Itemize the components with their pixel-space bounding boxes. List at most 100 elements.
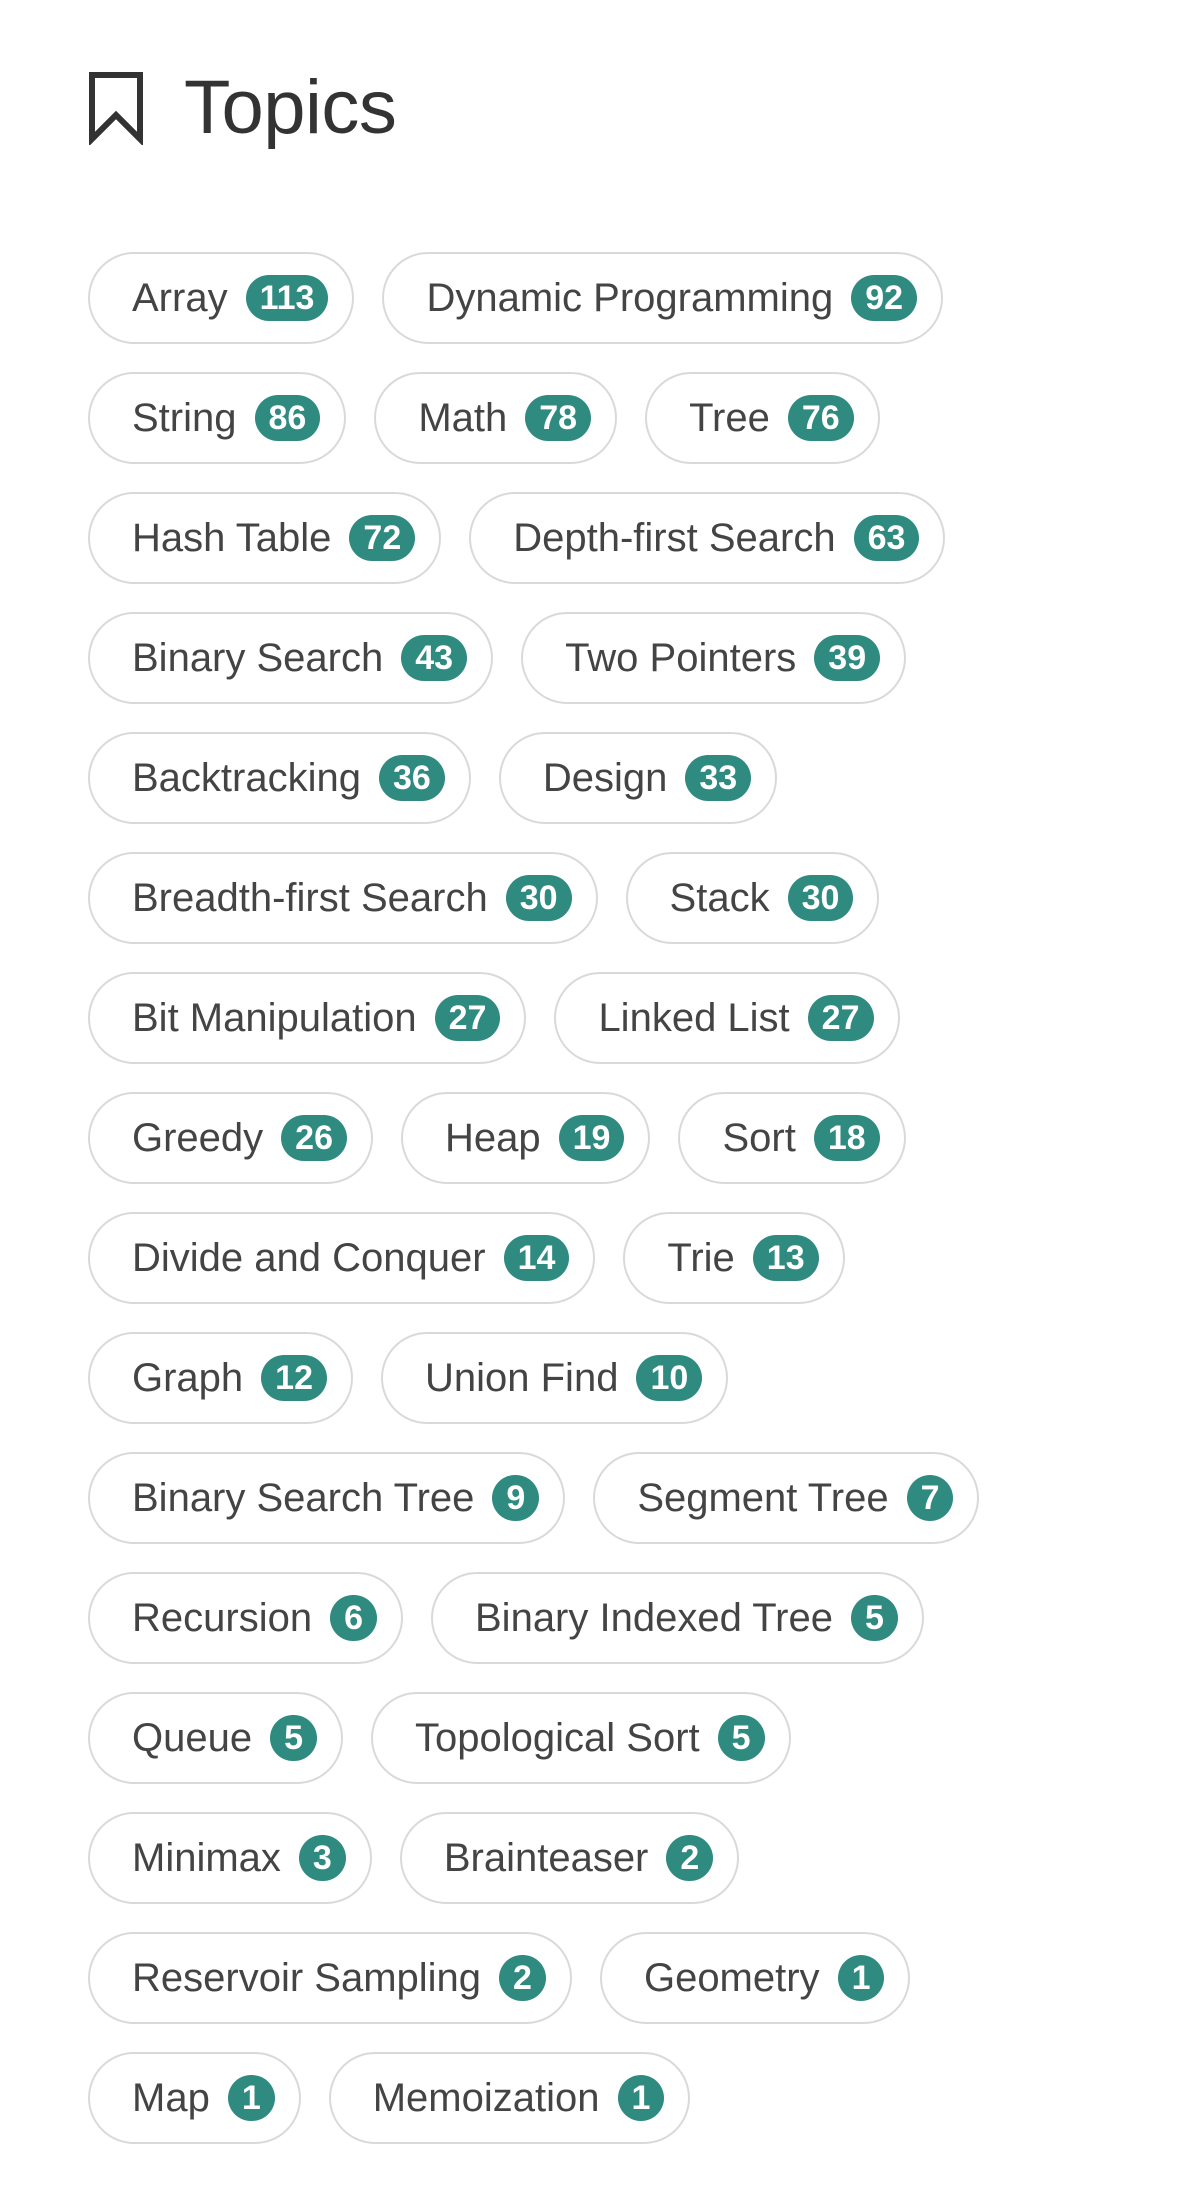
tag-row: Minimax 3 Brainteaser 2 bbox=[88, 1810, 1088, 1906]
topic-tag-label: Breadth-first Search bbox=[132, 876, 488, 920]
topic-count-badge: 6 bbox=[330, 1595, 377, 1641]
topic-count-badge: 43 bbox=[401, 635, 468, 681]
topic-tag-stack[interactable]: Stack 30 bbox=[625, 852, 880, 944]
topic-count-badge: 76 bbox=[787, 395, 854, 441]
tag-row: Reservoir Sampling 2 Geometry 1 bbox=[88, 1930, 1088, 2026]
topic-tag-label: Geometry bbox=[643, 1956, 820, 2000]
topic-tag-minimax[interactable]: Minimax 3 bbox=[88, 1812, 372, 1904]
topic-tag-label: String bbox=[132, 396, 237, 440]
topic-tag-label: Greedy bbox=[132, 1116, 264, 1160]
topics-panel: Topics Array 113 Dynamic Programming 92 … bbox=[0, 0, 1183, 2200]
topic-tag-linked-list[interactable]: Linked List 27 bbox=[554, 972, 900, 1064]
topic-tag-sort[interactable]: Sort 18 bbox=[678, 1092, 906, 1184]
topic-count-badge: 2 bbox=[666, 1835, 714, 1881]
topic-tag-label: Stack bbox=[669, 876, 770, 920]
tag-row: String 86 Math 78 Tree 76 bbox=[88, 370, 1088, 466]
topic-tag-math[interactable]: Math 78 bbox=[374, 372, 618, 464]
tag-row: Backtracking 36 Design 33 bbox=[88, 730, 1088, 826]
topic-tag-label: Heap bbox=[445, 1116, 541, 1160]
topic-count-badge: 30 bbox=[787, 875, 854, 921]
tag-row: Array 113 Dynamic Programming 92 bbox=[88, 250, 1088, 346]
topic-tag-topological-sort[interactable]: Topological Sort 5 bbox=[371, 1692, 791, 1784]
topic-count-badge: 33 bbox=[685, 755, 752, 801]
topic-tag-label: Queue bbox=[132, 1716, 253, 1760]
topic-tag-depth-first-search[interactable]: Depth-first Search 63 bbox=[469, 492, 946, 584]
topic-tag-label: Divide and Conquer bbox=[132, 1236, 486, 1280]
topic-count-badge: 86 bbox=[254, 395, 321, 441]
topic-tag-trie[interactable]: Trie 13 bbox=[623, 1212, 845, 1304]
topic-count-badge: 5 bbox=[851, 1595, 898, 1641]
topic-tag-greedy[interactable]: Greedy 26 bbox=[88, 1092, 373, 1184]
topic-tag-geometry[interactable]: Geometry 1 bbox=[599, 1932, 911, 2024]
topic-tag-label: Trie bbox=[667, 1236, 735, 1280]
topic-tag-binary-indexed-tree[interactable]: Binary Indexed Tree 5 bbox=[431, 1572, 924, 1664]
tag-row: Recursion 6 Binary Indexed Tree 5 bbox=[88, 1570, 1088, 1666]
topic-count-badge: 5 bbox=[717, 1715, 765, 1761]
topic-tag-map[interactable]: Map 1 bbox=[88, 2052, 301, 2144]
page-title: Topics bbox=[184, 65, 397, 150]
topic-tag-tree[interactable]: Tree 76 bbox=[645, 372, 880, 464]
topic-tag-list: Array 113 Dynamic Programming 92 String … bbox=[88, 250, 1088, 2170]
topic-tag-label: Two Pointers bbox=[565, 636, 797, 680]
topic-tag-two-pointers[interactable]: Two Pointers 39 bbox=[521, 612, 907, 704]
topic-tag-queue[interactable]: Queue 5 bbox=[88, 1692, 344, 1784]
topic-tag-binary-search-tree[interactable]: Binary Search Tree 9 bbox=[88, 1452, 566, 1544]
topic-tag-design[interactable]: Design 33 bbox=[498, 732, 778, 824]
topic-count-badge: 12 bbox=[261, 1355, 327, 1401]
topic-tag-label: Binary Indexed Tree bbox=[475, 1596, 833, 1640]
topic-tag-binary-search[interactable]: Binary Search 43 bbox=[88, 612, 494, 704]
topic-count-badge: 1 bbox=[837, 1955, 885, 2001]
topic-tag-divide-and-conquer[interactable]: Divide and Conquer 14 bbox=[88, 1212, 596, 1304]
tag-row: Binary Search Tree 9 Segment Tree 7 bbox=[88, 1450, 1088, 1546]
topic-tag-string[interactable]: String 86 bbox=[88, 372, 347, 464]
topic-count-badge: 72 bbox=[349, 515, 416, 561]
topic-count-badge: 18 bbox=[813, 1115, 880, 1161]
topic-tag-breadth-first-search[interactable]: Breadth-first Search 30 bbox=[88, 852, 598, 944]
topic-tag-heap[interactable]: Heap 19 bbox=[401, 1092, 651, 1184]
tag-row: Breadth-first Search 30 Stack 30 bbox=[88, 850, 1088, 946]
topic-tag-memoization[interactable]: Memoization 1 bbox=[328, 2052, 691, 2144]
topic-tag-label: Brainteaser bbox=[443, 1836, 649, 1880]
topic-tag-label: Design bbox=[542, 756, 668, 800]
topic-tag-label: Depth-first Search bbox=[513, 516, 836, 560]
topic-tag-label: Topological Sort bbox=[415, 1716, 700, 1760]
topic-tag-recursion[interactable]: Recursion 6 bbox=[88, 1572, 403, 1664]
topic-tag-label: Graph bbox=[132, 1356, 244, 1400]
topic-count-badge: 26 bbox=[281, 1115, 347, 1161]
tag-row: Map 1 Memoization 1 bbox=[88, 2050, 1088, 2146]
topic-count-badge: 3 bbox=[298, 1835, 346, 1881]
topic-tag-segment-tree[interactable]: Segment Tree 7 bbox=[593, 1452, 980, 1544]
topic-count-badge: 9 bbox=[492, 1475, 540, 1521]
topic-tag-hash-table[interactable]: Hash Table 72 bbox=[88, 492, 442, 584]
topic-count-badge: 1 bbox=[617, 2075, 665, 2121]
topic-tag-union-find[interactable]: Union Find 10 bbox=[381, 1332, 729, 1424]
topic-tag-reservoir-sampling[interactable]: Reservoir Sampling 2 bbox=[88, 1932, 572, 2024]
topic-tag-bit-manipulation[interactable]: Bit Manipulation 27 bbox=[88, 972, 527, 1064]
topic-tag-label: Linked List bbox=[598, 996, 790, 1040]
topic-count-badge: 36 bbox=[378, 755, 445, 801]
tag-row: Divide and Conquer 14 Trie 13 bbox=[88, 1210, 1088, 1306]
topic-tag-label: Memoization bbox=[372, 2076, 600, 2120]
topic-count-badge: 19 bbox=[558, 1115, 625, 1161]
topic-tag-backtracking[interactable]: Backtracking 36 bbox=[88, 732, 471, 824]
topic-count-badge: 78 bbox=[525, 395, 592, 441]
topic-tag-brainteaser[interactable]: Brainteaser 2 bbox=[399, 1812, 740, 1904]
topic-count-badge: 2 bbox=[499, 1955, 546, 2001]
topic-tag-dynamic-programming[interactable]: Dynamic Programming 92 bbox=[382, 252, 944, 344]
topic-tag-label: Backtracking bbox=[132, 756, 361, 800]
topic-tag-label: Dynamic Programming bbox=[426, 276, 834, 320]
topic-tag-label: Array bbox=[132, 276, 228, 320]
topic-tag-label: Recursion bbox=[132, 1596, 313, 1640]
topic-tag-label: Binary Search bbox=[132, 636, 384, 680]
topic-tag-label: Reservoir Sampling bbox=[132, 1956, 482, 2000]
topic-tag-graph[interactable]: Graph 12 bbox=[88, 1332, 353, 1424]
tag-row: Queue 5 Topological Sort 5 bbox=[88, 1690, 1088, 1786]
topic-count-badge: 1 bbox=[227, 2075, 275, 2121]
topic-tag-label: Hash Table bbox=[132, 516, 332, 560]
topic-tag-label: Bit Manipulation bbox=[132, 996, 417, 1040]
topic-count-badge: 113 bbox=[245, 275, 329, 321]
topic-count-badge: 39 bbox=[814, 635, 881, 681]
topic-tag-label: Binary Search Tree bbox=[132, 1476, 475, 1520]
topic-tag-array[interactable]: Array 113 bbox=[88, 252, 355, 344]
topic-count-badge: 10 bbox=[636, 1355, 703, 1401]
